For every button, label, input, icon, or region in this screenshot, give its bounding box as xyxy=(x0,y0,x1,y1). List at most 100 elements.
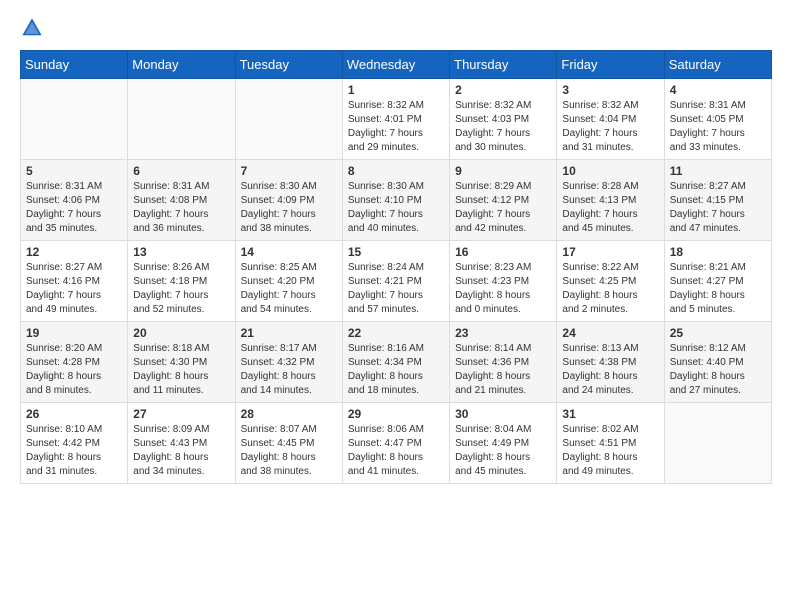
day-cell-16: 16 Sunrise: 8:23 AM Sunset: 4:23 PM Dayli… xyxy=(450,241,557,322)
day-number: 19 xyxy=(26,326,122,340)
day-cell-5: 5 Sunrise: 8:31 AM Sunset: 4:06 PM Daylig… xyxy=(21,160,128,241)
day-info: Sunrise: 8:14 AM Sunset: 4:36 PM Dayligh… xyxy=(455,342,551,398)
day-info: Sunrise: 8:09 AM Sunset: 4:43 PM Dayligh… xyxy=(133,423,229,479)
day-number: 6 xyxy=(133,164,229,178)
day-cell-12: 12 Sunrise: 8:27 AM Sunset: 4:16 PM Dayli… xyxy=(21,241,128,322)
day-number: 2 xyxy=(455,83,551,97)
day-info: Sunrise: 8:18 AM Sunset: 4:30 PM Dayligh… xyxy=(133,342,229,398)
day-number: 10 xyxy=(562,164,658,178)
day-number: 28 xyxy=(241,407,337,421)
day-info: Sunrise: 8:30 AM Sunset: 4:09 PM Dayligh… xyxy=(241,180,337,236)
day-cell-29: 29 Sunrise: 8:06 AM Sunset: 4:47 PM Dayli… xyxy=(342,403,449,484)
day-info: Sunrise: 8:31 AM Sunset: 4:06 PM Dayligh… xyxy=(26,180,122,236)
day-number: 24 xyxy=(562,326,658,340)
day-number: 20 xyxy=(133,326,229,340)
day-cell-25: 25 Sunrise: 8:12 AM Sunset: 4:40 PM Dayli… xyxy=(664,322,771,403)
day-number: 16 xyxy=(455,245,551,259)
weekday-header-row: SundayMondayTuesdayWednesdayThursdayFrid… xyxy=(21,51,772,79)
day-info: Sunrise: 8:30 AM Sunset: 4:10 PM Dayligh… xyxy=(348,180,444,236)
day-info: Sunrise: 8:32 AM Sunset: 4:04 PM Dayligh… xyxy=(562,99,658,155)
page: SundayMondayTuesdayWednesdayThursdayFrid… xyxy=(0,0,792,612)
day-info: Sunrise: 8:12 AM Sunset: 4:40 PM Dayligh… xyxy=(670,342,766,398)
day-info: Sunrise: 8:16 AM Sunset: 4:34 PM Dayligh… xyxy=(348,342,444,398)
day-cell-17: 17Sunrise: 8:22 AM Sunset: 4:25 PM Dayli… xyxy=(557,241,664,322)
weekday-header-friday: Friday xyxy=(557,51,664,79)
day-number: 30 xyxy=(455,407,551,421)
day-cell-18: 18Sunrise: 8:21 AM Sunset: 4:27 PM Dayli… xyxy=(664,241,771,322)
day-info: Sunrise: 8:20 AM Sunset: 4:28 PM Dayligh… xyxy=(26,342,122,398)
week-row-5: 26Sunrise: 8:10 AM Sunset: 4:42 PM Dayli… xyxy=(21,403,772,484)
day-cell-22: 22 Sunrise: 8:16 AM Sunset: 4:34 PM Dayli… xyxy=(342,322,449,403)
day-number: 7 xyxy=(241,164,337,178)
week-row-3: 12 Sunrise: 8:27 AM Sunset: 4:16 PM Dayli… xyxy=(21,241,772,322)
day-info: Sunrise: 8:28 AM Sunset: 4:13 PM Dayligh… xyxy=(562,180,658,236)
day-number: 3 xyxy=(562,83,658,97)
empty-cell xyxy=(128,79,235,160)
day-info: Sunrise: 8:29 AM Sunset: 4:12 PM Dayligh… xyxy=(455,180,551,236)
week-row-2: 5 Sunrise: 8:31 AM Sunset: 4:06 PM Daylig… xyxy=(21,160,772,241)
empty-cell xyxy=(21,79,128,160)
calendar: SundayMondayTuesdayWednesdayThursdayFrid… xyxy=(20,50,772,484)
day-info: Sunrise: 8:17 AM Sunset: 4:32 PM Dayligh… xyxy=(241,342,337,398)
day-info: Sunrise: 8:02 AM Sunset: 4:51 PM Dayligh… xyxy=(562,423,658,479)
day-info: Sunrise: 8:22 AM Sunset: 4:25 PM Dayligh… xyxy=(562,261,658,317)
day-number: 21 xyxy=(241,326,337,340)
day-number: 1 xyxy=(348,83,444,97)
day-number: 29 xyxy=(348,407,444,421)
day-cell-20: 20 Sunrise: 8:18 AM Sunset: 4:30 PM Dayli… xyxy=(128,322,235,403)
day-number: 14 xyxy=(241,245,337,259)
week-row-1: 1 Sunrise: 8:32 AM Sunset: 4:01 PM Daylig… xyxy=(21,79,772,160)
empty-cell xyxy=(664,403,771,484)
day-cell-23: 23Sunrise: 8:14 AM Sunset: 4:36 PM Dayli… xyxy=(450,322,557,403)
day-number: 4 xyxy=(670,83,766,97)
day-number: 15 xyxy=(348,245,444,259)
logo xyxy=(20,16,48,40)
day-cell-19: 19 Sunrise: 8:20 AM Sunset: 4:28 PM Dayli… xyxy=(21,322,128,403)
day-cell-13: 13Sunrise: 8:26 AM Sunset: 4:18 PM Dayli… xyxy=(128,241,235,322)
day-cell-11: 11 Sunrise: 8:27 AM Sunset: 4:15 PM Dayli… xyxy=(664,160,771,241)
weekday-header-wednesday: Wednesday xyxy=(342,51,449,79)
day-number: 9 xyxy=(455,164,551,178)
day-cell-6: 6Sunrise: 8:31 AM Sunset: 4:08 PM Daylig… xyxy=(128,160,235,241)
day-cell-14: 14Sunrise: 8:25 AM Sunset: 4:20 PM Dayli… xyxy=(235,241,342,322)
day-info: Sunrise: 8:31 AM Sunset: 4:05 PM Dayligh… xyxy=(670,99,766,155)
day-cell-9: 9 Sunrise: 8:29 AM Sunset: 4:12 PM Daylig… xyxy=(450,160,557,241)
day-info: Sunrise: 8:27 AM Sunset: 4:16 PM Dayligh… xyxy=(26,261,122,317)
day-cell-21: 21 Sunrise: 8:17 AM Sunset: 4:32 PM Dayli… xyxy=(235,322,342,403)
day-number: 18 xyxy=(670,245,766,259)
weekday-header-sunday: Sunday xyxy=(21,51,128,79)
logo-icon xyxy=(20,16,44,40)
day-info: Sunrise: 8:27 AM Sunset: 4:15 PM Dayligh… xyxy=(670,180,766,236)
day-cell-7: 7 Sunrise: 8:30 AM Sunset: 4:09 PM Daylig… xyxy=(235,160,342,241)
weekday-header-thursday: Thursday xyxy=(450,51,557,79)
day-info: Sunrise: 8:24 AM Sunset: 4:21 PM Dayligh… xyxy=(348,261,444,317)
day-number: 25 xyxy=(670,326,766,340)
day-info: Sunrise: 8:10 AM Sunset: 4:42 PM Dayligh… xyxy=(26,423,122,479)
weekday-header-monday: Monday xyxy=(128,51,235,79)
day-info: Sunrise: 8:07 AM Sunset: 4:45 PM Dayligh… xyxy=(241,423,337,479)
day-cell-31: 31Sunrise: 8:02 AM Sunset: 4:51 PM Dayli… xyxy=(557,403,664,484)
day-info: Sunrise: 8:06 AM Sunset: 4:47 PM Dayligh… xyxy=(348,423,444,479)
weekday-header-saturday: Saturday xyxy=(664,51,771,79)
day-info: Sunrise: 8:32 AM Sunset: 4:03 PM Dayligh… xyxy=(455,99,551,155)
day-cell-4: 4 Sunrise: 8:31 AM Sunset: 4:05 PM Daylig… xyxy=(664,79,771,160)
day-number: 8 xyxy=(348,164,444,178)
day-number: 5 xyxy=(26,164,122,178)
day-number: 22 xyxy=(348,326,444,340)
day-number: 12 xyxy=(26,245,122,259)
day-cell-1: 1 Sunrise: 8:32 AM Sunset: 4:01 PM Daylig… xyxy=(342,79,449,160)
day-cell-28: 28 Sunrise: 8:07 AM Sunset: 4:45 PM Dayli… xyxy=(235,403,342,484)
day-info: Sunrise: 8:13 AM Sunset: 4:38 PM Dayligh… xyxy=(562,342,658,398)
day-cell-2: 2 Sunrise: 8:32 AM Sunset: 4:03 PM Daylig… xyxy=(450,79,557,160)
week-row-4: 19 Sunrise: 8:20 AM Sunset: 4:28 PM Dayli… xyxy=(21,322,772,403)
day-info: Sunrise: 8:32 AM Sunset: 4:01 PM Dayligh… xyxy=(348,99,444,155)
header xyxy=(20,16,772,40)
day-number: 11 xyxy=(670,164,766,178)
day-cell-8: 8 Sunrise: 8:30 AM Sunset: 4:10 PM Daylig… xyxy=(342,160,449,241)
day-cell-26: 26Sunrise: 8:10 AM Sunset: 4:42 PM Dayli… xyxy=(21,403,128,484)
day-number: 13 xyxy=(133,245,229,259)
day-cell-15: 15 Sunrise: 8:24 AM Sunset: 4:21 PM Dayli… xyxy=(342,241,449,322)
day-cell-27: 27Sunrise: 8:09 AM Sunset: 4:43 PM Dayli… xyxy=(128,403,235,484)
day-info: Sunrise: 8:04 AM Sunset: 4:49 PM Dayligh… xyxy=(455,423,551,479)
day-info: Sunrise: 8:23 AM Sunset: 4:23 PM Dayligh… xyxy=(455,261,551,317)
